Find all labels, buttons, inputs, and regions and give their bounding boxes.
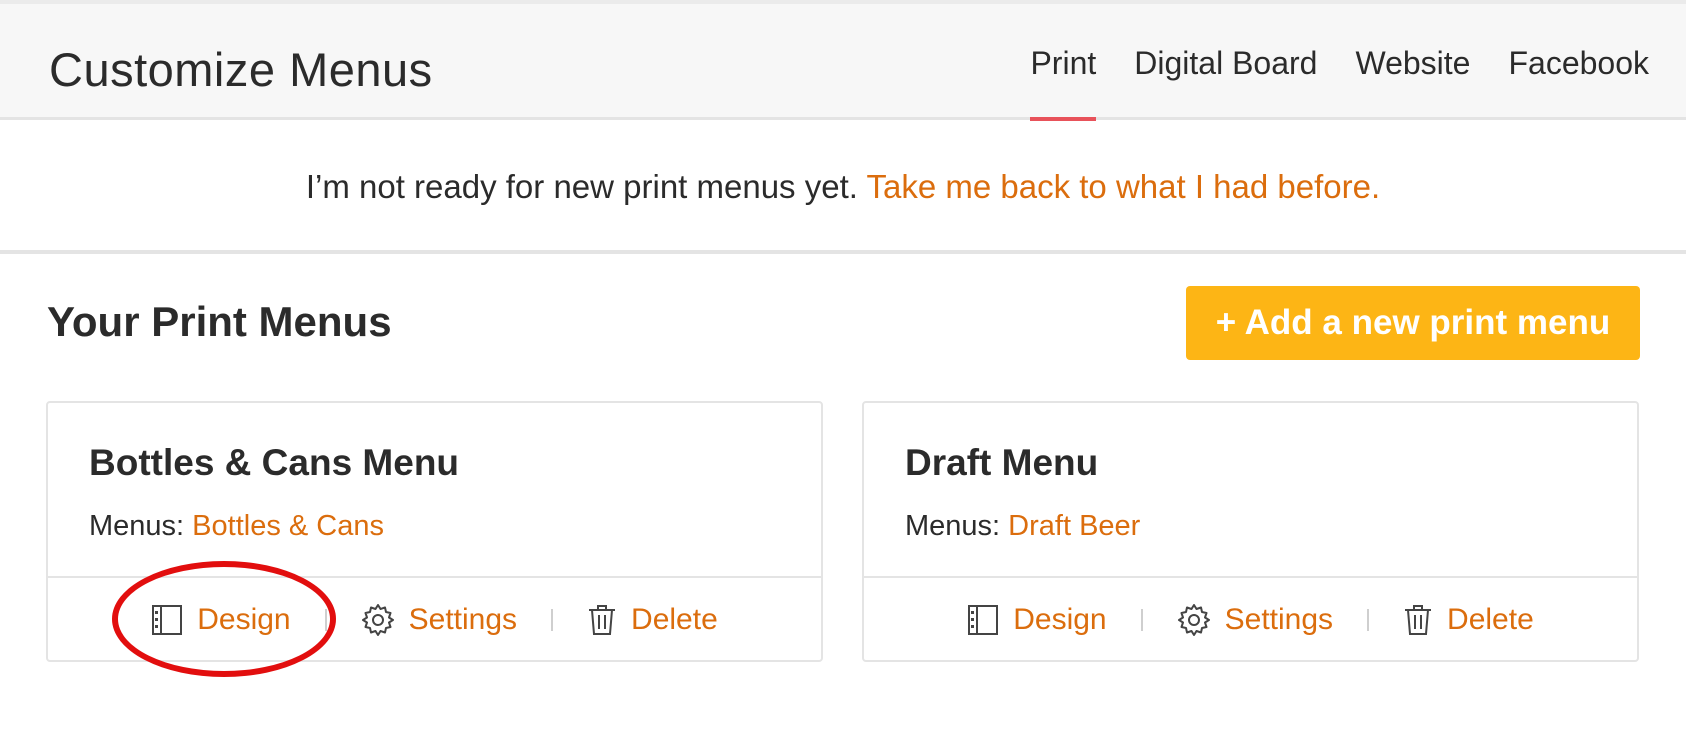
design-button[interactable]: Design <box>151 603 291 637</box>
action-separator <box>324 609 327 631</box>
design-label: Design <box>1013 603 1107 636</box>
trash-icon <box>1403 604 1433 636</box>
legacy-notice: I’m not ready for new print menus yet. T… <box>0 120 1686 254</box>
card-menus: Menus: Bottles & Cans <box>89 510 384 543</box>
design-icon <box>151 604 183 636</box>
action-separator <box>551 609 554 631</box>
tab-digital-board[interactable]: Digital Board <box>1134 4 1317 120</box>
gear-icon <box>1177 603 1211 637</box>
settings-button[interactable]: Settings <box>361 603 517 637</box>
tab-website[interactable]: Website <box>1355 4 1470 120</box>
menus-link[interactable]: Draft Beer <box>1008 510 1140 542</box>
menus-label: Menus: <box>89 510 185 542</box>
card-actions: Design Settings Delete <box>48 576 821 662</box>
section-title: Your Print Menus <box>47 298 392 345</box>
design-button[interactable]: Design <box>967 603 1107 637</box>
print-menu-card: Bottles & Cans Menu Menus: Bottles & Can… <box>46 401 823 662</box>
notice-text: I’m not ready for new print menus yet. <box>305 168 858 205</box>
delete-button[interactable]: Delete <box>587 603 718 637</box>
design-label: Design <box>197 603 291 636</box>
page-title: Customize Menus <box>49 43 433 96</box>
card-menus: Menus: Draft Beer <box>905 510 1140 543</box>
settings-label: Settings <box>1224 603 1334 636</box>
delete-label: Delete <box>631 603 718 636</box>
delete-button[interactable]: Delete <box>1403 603 1534 637</box>
gear-icon <box>361 603 395 637</box>
menu-type-tabs: Print Digital Board Website Facebook <box>1030 4 1649 121</box>
design-icon <box>967 604 999 636</box>
card-actions: Design Settings Delete <box>864 576 1637 662</box>
trash-icon <box>587 604 617 636</box>
menus-link[interactable]: Bottles & Cans <box>192 510 384 542</box>
action-separator <box>1140 609 1143 631</box>
settings-label: Settings <box>408 603 518 636</box>
print-menu-card: Draft Menu Menus: Draft Beer Design Sett… <box>862 401 1639 662</box>
card-title: Draft Menu <box>905 442 1099 483</box>
add-print-menu-button[interactable]: + Add a new print menu <box>1186 286 1640 360</box>
revert-link[interactable]: Take me back to what I had before. <box>867 168 1381 205</box>
menus-label: Menus: <box>905 510 1001 542</box>
tab-print[interactable]: Print <box>1030 4 1096 121</box>
action-separator <box>1367 609 1370 631</box>
card-title: Bottles & Cans Menu <box>89 442 460 483</box>
header: Customize Menus Print Digital Board Webs… <box>0 4 1686 121</box>
delete-label: Delete <box>1447 603 1534 636</box>
settings-button[interactable]: Settings <box>1177 603 1333 637</box>
tab-facebook[interactable]: Facebook <box>1508 4 1649 120</box>
